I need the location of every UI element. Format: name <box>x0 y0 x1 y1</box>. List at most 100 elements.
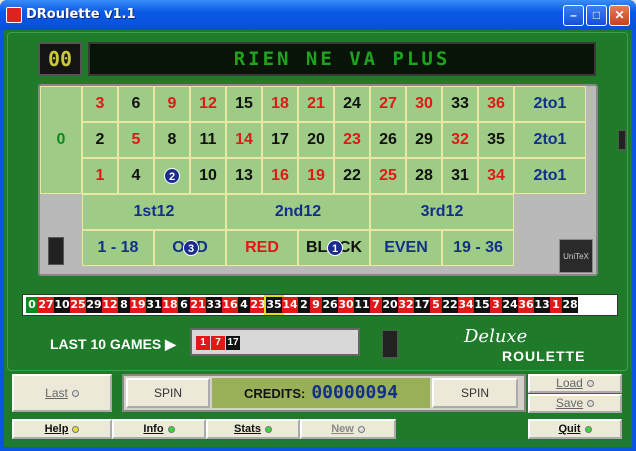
bet-cell-number[interactable]: 14 <box>226 122 262 158</box>
wheel-number: 34 <box>458 297 474 313</box>
wheel-number: 21 <box>190 297 206 313</box>
bet-outside[interactable]: 1 - 18 <box>82 230 154 266</box>
bet-cell-number[interactable]: 35 <box>478 122 514 158</box>
bet-outside[interactable]: BLACK1 <box>298 230 370 266</box>
bet-cell-number[interactable]: 2 <box>82 122 118 158</box>
bet-cell-number[interactable]: 22 <box>334 158 370 194</box>
bet-chip[interactable]: 2 <box>164 168 180 184</box>
bet-chip[interactable]: 3 <box>183 240 199 256</box>
bet-cell-number[interactable]: 29 <box>406 122 442 158</box>
wheel-number: 24 <box>502 297 518 313</box>
wheel-number: 20 <box>382 297 398 313</box>
play-arrow-icon: ▶ <box>165 336 176 352</box>
wheel-number: 15 <box>474 297 490 313</box>
bet-cell-number[interactable]: 24 <box>334 86 370 122</box>
last-button[interactable]: Last <box>12 374 112 412</box>
wheel-number: 25 <box>70 297 86 313</box>
window-title: DRoulette v1.1 <box>26 7 136 22</box>
bet-cell-number[interactable]: 2 <box>154 158 190 194</box>
bet-cell-number[interactable]: 5 <box>118 122 154 158</box>
last-10-games-label: LAST 10 GAMES ▶ <box>50 336 176 352</box>
bet-cell-number[interactable]: 17 <box>262 122 298 158</box>
credits-value: 00000094 <box>311 382 399 403</box>
unitex-chip-icon: UniTeX <box>559 239 593 273</box>
stats-button[interactable]: Stats <box>206 419 300 439</box>
bet-cell-number[interactable]: 6 <box>118 86 154 122</box>
wheel-number: 11 <box>354 297 370 313</box>
bet-chip[interactable]: 1 <box>327 240 343 256</box>
bet-cell-number[interactable]: 27 <box>370 86 406 122</box>
bet-outside[interactable]: RED <box>226 230 298 266</box>
wheel-number: 32 <box>398 297 414 313</box>
bet-cell-number[interactable]: 36 <box>478 86 514 122</box>
wheel-number: 3 <box>490 297 502 313</box>
bet-cell-number[interactable]: 8 <box>154 122 190 158</box>
spin-button-right[interactable]: SPIN <box>432 378 518 408</box>
bet-cell-number[interactable]: 20 <box>298 122 334 158</box>
bet-cell-number[interactable]: 28 <box>406 158 442 194</box>
bet-cell-number[interactable]: 9 <box>154 86 190 122</box>
app-window: DRoulette v1.1 – □ ✕ 00 RIEN NE VA PLUS … <box>0 0 636 451</box>
wheel-number: 7 <box>370 297 382 313</box>
quit-button[interactable]: Quit <box>528 419 622 439</box>
bet-cell-number[interactable]: 1 <box>82 158 118 194</box>
bet-cell-number[interactable]: 32 <box>442 122 478 158</box>
wheel-number: 14 <box>282 297 298 313</box>
info-button[interactable]: Info <box>112 419 206 439</box>
bet-cell-number[interactable]: 31 <box>442 158 478 194</box>
bet-cell-number[interactable]: 19 <box>298 158 334 194</box>
wheel-number: 26 <box>322 297 338 313</box>
bet-cell-number[interactable]: 30 <box>406 86 442 122</box>
bet-cell-number[interactable]: 18 <box>262 86 298 122</box>
bet-cell-number[interactable]: 4 <box>118 158 154 194</box>
bet-column-2to1[interactable]: 2to1 <box>514 158 586 194</box>
bet-cell-number[interactable]: 26 <box>370 122 406 158</box>
roulette-table: 00 RIEN NE VA PLUS UniTeX 0 27 10 25 29 12 8 19… <box>4 30 632 447</box>
credits-display: CREDITS: 00000094 <box>212 378 430 408</box>
wheel-number: 35 <box>264 295 284 315</box>
bet-column-2to1[interactable]: 2to1 <box>514 122 586 158</box>
app-icon <box>6 7 22 23</box>
bet-outside[interactable]: EVEN <box>370 230 442 266</box>
bet-dozen[interactable]: 3rd12 <box>370 194 514 230</box>
wheel-number: 1 <box>550 297 562 313</box>
bet-outside[interactable]: ODD3 <box>154 230 226 266</box>
wheel-number: 0 <box>26 297 38 313</box>
bet-column-2to1[interactable]: 2to1 <box>514 86 586 122</box>
wheel-number: 19 <box>130 297 146 313</box>
wheel-number: 9 <box>310 297 322 313</box>
bet-outside[interactable]: 19 - 36 <box>442 230 514 266</box>
wheel-number: 28 <box>562 297 578 313</box>
wheel-number: 17 <box>414 297 430 313</box>
bet-cell-number[interactable]: 21 <box>298 86 334 122</box>
wheel-number: 27 <box>38 297 54 313</box>
bet-cell-number[interactable]: 34 <box>478 158 514 194</box>
bet-cell-number[interactable]: 11 <box>190 122 226 158</box>
bet-cell-zero[interactable]: 0 <box>40 86 82 194</box>
bet-cell-number[interactable]: 12 <box>190 86 226 122</box>
load-button[interactable]: Load <box>528 374 622 393</box>
last-10-games-box: 1 7 17 <box>190 328 360 356</box>
help-button[interactable]: Help <box>12 419 112 439</box>
maximize-button[interactable]: □ <box>586 5 607 26</box>
bet-cell-number[interactable]: 23 <box>334 122 370 158</box>
bet-cell-number[interactable]: 25 <box>370 158 406 194</box>
bet-dozen[interactable]: 1st12 <box>82 194 226 230</box>
title-bar[interactable]: DRoulette v1.1 – □ ✕ <box>0 0 636 30</box>
last-game-result: 17 <box>226 336 240 350</box>
new-button[interactable]: New <box>300 419 396 439</box>
bet-cell-number[interactable]: 10 <box>190 158 226 194</box>
bet-dozen[interactable]: 2nd12 <box>226 194 370 230</box>
bet-cell-number[interactable]: 16 <box>262 158 298 194</box>
last-game-result: 7 <box>211 336 225 350</box>
wheel-number: 31 <box>146 297 162 313</box>
save-button[interactable]: Save <box>528 394 622 413</box>
circuit-chip-icon <box>48 237 64 265</box>
bet-cell-number[interactable]: 3 <box>82 86 118 122</box>
spin-button-left[interactable]: SPIN <box>126 378 210 408</box>
bet-cell-number[interactable]: 15 <box>226 86 262 122</box>
minimize-button[interactable]: – <box>563 5 584 26</box>
bet-cell-number[interactable]: 33 <box>442 86 478 122</box>
close-button[interactable]: ✕ <box>609 5 630 26</box>
bet-cell-number[interactable]: 13 <box>226 158 262 194</box>
